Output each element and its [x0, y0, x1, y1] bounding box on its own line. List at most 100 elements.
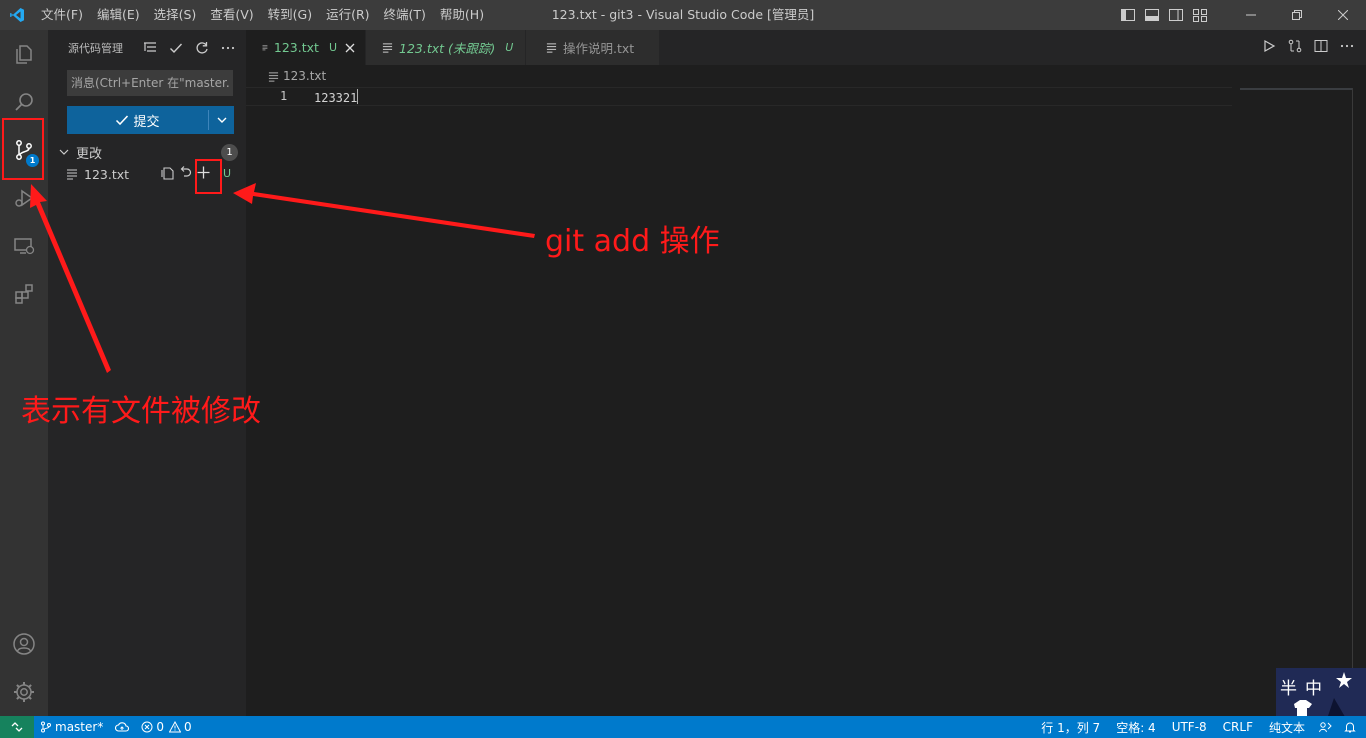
more-actions-icon[interactable] — [220, 40, 236, 56]
account-icon[interactable] — [0, 620, 48, 668]
chevron-down-icon — [59, 149, 69, 155]
language-mode[interactable]: 纯文本 — [1261, 716, 1313, 738]
line-text: 123321 — [314, 91, 358, 105]
menu-edit[interactable]: 编辑(E) — [90, 0, 147, 30]
menu-run[interactable]: 运行(R) — [319, 0, 376, 30]
cursor-position[interactable]: 行 1，列 7 — [1033, 716, 1108, 738]
run-debug-icon[interactable] — [0, 174, 48, 222]
vscode-logo-icon — [0, 0, 34, 30]
branch-indicator[interactable]: master* — [34, 716, 109, 738]
highlight-box-stage-button — [195, 159, 222, 194]
minimize-button[interactable] — [1228, 0, 1274, 30]
cloud-sync-icon — [115, 722, 130, 732]
feedback-icon — [1319, 722, 1332, 733]
code-line[interactable]: 1 123321 — [246, 87, 1232, 106]
menu-terminal[interactable]: 终端(T) — [377, 0, 433, 30]
warning-icon — [168, 721, 181, 733]
highlight-box-source-control — [2, 118, 44, 180]
vertical-scrollbar[interactable] — [1352, 88, 1366, 716]
tab-operation-notes[interactable]: 操作说明.txt — [526, 30, 660, 65]
tab-label: 操作说明.txt — [563, 41, 635, 56]
problems-indicator[interactable]: 0 0 — [135, 716, 197, 738]
notifications-button[interactable] — [1338, 716, 1366, 738]
text-file-icon — [268, 71, 279, 82]
source-control-sidebar: 源代码管理 提交 更改 1 — [48, 30, 246, 716]
discard-changes-icon[interactable] — [179, 165, 192, 183]
bell-icon — [1344, 722, 1356, 733]
text-file-icon — [67, 169, 77, 180]
text-cursor — [357, 89, 359, 104]
watermark-logo: 半中 — [1276, 668, 1366, 722]
open-file-icon[interactable] — [160, 165, 175, 183]
chevron-down-icon — [217, 117, 226, 123]
line-content[interactable]: 123321 — [314, 89, 359, 105]
tab-123-txt-untracked[interactable]: 123.txt (未跟踪) U — [366, 30, 526, 65]
more-editor-actions-icon[interactable] — [1340, 39, 1354, 57]
status-bar: master* 0 0 行 1，列 7 空格: 4 UTF-8 CRLF 纯文本 — [0, 716, 1366, 738]
warning-count: 0 — [183, 720, 192, 734]
error-count: 0 — [156, 720, 164, 734]
error-icon — [141, 721, 153, 733]
text-file-icon — [262, 45, 268, 51]
refresh-icon[interactable] — [194, 40, 210, 56]
check-icon — [116, 115, 129, 126]
menu-view[interactable]: 查看(V) — [203, 0, 260, 30]
git-add-annotation: git add 操作 — [545, 224, 720, 259]
breadcrumb[interactable]: 123.txt — [268, 66, 326, 86]
sidebar-title: 源代码管理 — [68, 41, 123, 55]
changed-file-name: 123.txt — [84, 166, 130, 182]
toggle-panel-icon[interactable] — [1144, 7, 1160, 23]
encoding-setting[interactable]: UTF-8 — [1164, 716, 1215, 738]
git-branch-icon — [41, 721, 51, 733]
menu-file[interactable]: 文件(F) — [34, 0, 90, 30]
close-tab-icon[interactable] — [345, 43, 355, 53]
split-editor-icon[interactable] — [1314, 39, 1328, 57]
extensions-icon[interactable] — [0, 270, 48, 318]
explorer-icon[interactable] — [0, 30, 48, 78]
commit-button-label: 提交 — [133, 114, 160, 130]
sync-changes-button[interactable] — [109, 716, 135, 738]
remote-explorer-icon[interactable] — [0, 222, 48, 270]
changes-count-badge: 1 — [221, 144, 238, 161]
tab-status: U — [328, 41, 337, 54]
tab-label: 123.txt — [273, 40, 319, 55]
commit-message-input[interactable] — [67, 70, 233, 96]
arrow-to-stage-icon — [233, 183, 535, 238]
line-number: 1 — [280, 89, 288, 103]
menu-help[interactable]: 帮助(H) — [433, 0, 491, 30]
restore-button[interactable] — [1274, 0, 1320, 30]
sidebar-header: 源代码管理 — [48, 30, 246, 65]
view-as-tree-icon[interactable] — [142, 40, 158, 56]
settings-gear-icon[interactable] — [0, 668, 48, 716]
watermark-star-icon — [1294, 672, 1352, 722]
commit-dropdown-button[interactable] — [209, 106, 234, 134]
indentation-setting[interactable]: 空格: 4 — [1108, 716, 1164, 738]
close-window-button[interactable] — [1320, 0, 1366, 30]
breadcrumb-file[interactable]: 123.txt — [283, 69, 326, 83]
tab-label: 123.txt (未跟踪) — [399, 41, 496, 56]
untracked-status-badge: U — [223, 167, 232, 180]
tab-123-txt[interactable]: 123.txt U — [246, 30, 366, 65]
commit-check-icon[interactable] — [168, 40, 184, 56]
commit-button-group: 提交 — [67, 106, 234, 134]
changes-label: 更改 — [76, 146, 103, 162]
title-bar: 文件(F) 编辑(E) 选择(S) 查看(V) 转到(G) 运行(R) 终端(T… — [0, 0, 1366, 30]
toggle-primary-sidebar-icon[interactable] — [1120, 7, 1136, 23]
customize-layout-icon[interactable] — [1192, 7, 1208, 23]
menu-go[interactable]: 转到(G) — [261, 0, 319, 30]
modified-annotation: 表示有文件被修改 — [21, 394, 261, 429]
menu-bar: 文件(F) 编辑(E) 选择(S) 查看(V) 转到(G) 运行(R) 终端(T… — [34, 0, 491, 30]
toggle-secondary-sidebar-icon[interactable] — [1168, 7, 1184, 23]
branch-name: master* — [55, 720, 104, 734]
text-file-icon — [382, 43, 393, 53]
open-changes-icon[interactable] — [1288, 39, 1302, 57]
menu-selection[interactable]: 选择(S) — [147, 0, 204, 30]
remote-indicator-button[interactable] — [0, 716, 34, 738]
commit-button[interactable]: 提交 — [67, 106, 208, 134]
tab-status: U — [505, 41, 514, 54]
live-share-button[interactable] — [1313, 716, 1338, 738]
minimap[interactable] — [1240, 88, 1352, 90]
eol-setting[interactable]: CRLF — [1215, 716, 1261, 738]
run-file-icon[interactable] — [1262, 39, 1276, 57]
remote-icon — [11, 722, 23, 732]
